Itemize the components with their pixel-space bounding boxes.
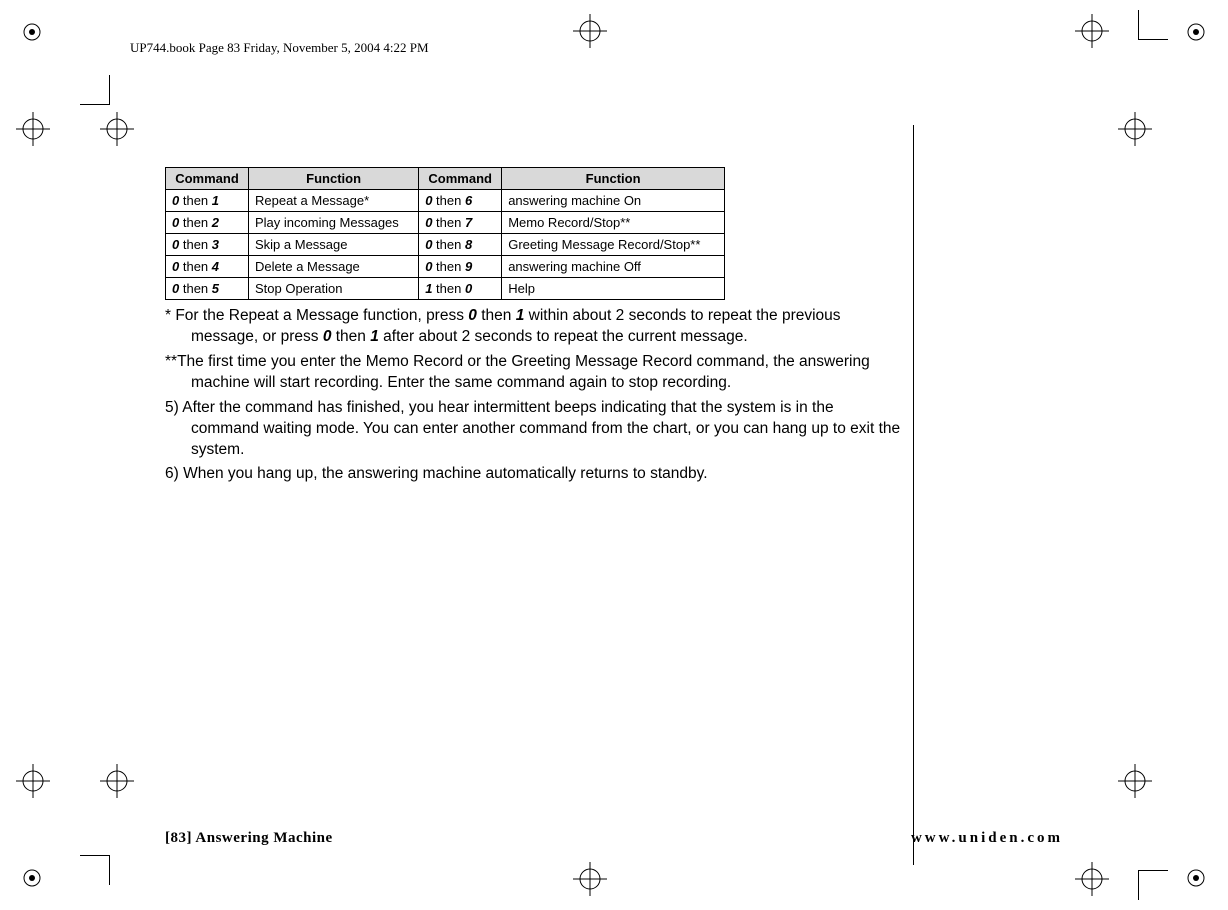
cell-command: 0 then 2 <box>166 212 249 234</box>
footnote-1: * For the Repeat a Message function, pre… <box>165 306 905 348</box>
crop-mark-icon <box>1138 10 1168 40</box>
cell-command: 0 then 8 <box>419 234 502 256</box>
cell-function: Stop Operation <box>249 278 419 300</box>
cell-command: 0 then 4 <box>166 256 249 278</box>
table-header-row: Command Function Command Function <box>166 168 725 190</box>
col-command: Command <box>166 168 249 190</box>
crosshair-icon <box>1118 764 1152 798</box>
cell-function: Greeting Message Record/Stop** <box>502 234 725 256</box>
cell-function: Skip a Message <box>249 234 419 256</box>
cell-function: answering machine Off <box>502 256 725 278</box>
crop-mark-icon <box>80 75 110 105</box>
col-command: Command <box>419 168 502 190</box>
registration-mark-icon <box>22 22 42 42</box>
page: UP744.book Page 83 Friday, November 5, 2… <box>0 0 1228 910</box>
crosshair-icon <box>1075 14 1109 48</box>
cell-command: 0 then 3 <box>166 234 249 256</box>
cell-command: 1 then 0 <box>419 278 502 300</box>
crop-mark-icon <box>80 855 110 885</box>
command-table: Command Function Command Function 0 then… <box>165 167 725 300</box>
cell-command: 0 then 6 <box>419 190 502 212</box>
crosshair-icon <box>16 112 50 146</box>
col-function: Function <box>249 168 419 190</box>
crosshair-icon <box>1075 862 1109 896</box>
cell-function: Play incoming Messages <box>249 212 419 234</box>
cell-command: 0 then 1 <box>166 190 249 212</box>
table-row: 0 then 2 Play incoming Messages 0 then 7… <box>166 212 725 234</box>
footnote-2: **The first time you enter the Memo Reco… <box>165 352 905 394</box>
cell-function: Repeat a Message* <box>249 190 419 212</box>
cell-command: 0 then 5 <box>166 278 249 300</box>
crosshair-icon <box>16 764 50 798</box>
col-function: Function <box>502 168 725 190</box>
table-row: 0 then 1 Repeat a Message* 0 then 6 answ… <box>166 190 725 212</box>
step-5: 5) After the command has finished, you h… <box>165 398 905 461</box>
cell-command: 0 then 7 <box>419 212 502 234</box>
table-row: 0 then 4 Delete a Message 0 then 9 answe… <box>166 256 725 278</box>
registration-mark-icon <box>22 868 42 888</box>
page-divider <box>913 125 914 865</box>
table-row: 0 then 3 Skip a Message 0 then 8 Greetin… <box>166 234 725 256</box>
crosshair-icon <box>573 862 607 896</box>
cell-function: Delete a Message <box>249 256 419 278</box>
table-row: 0 then 5 Stop Operation 1 then 0 Help <box>166 278 725 300</box>
registration-mark-icon <box>1186 868 1206 888</box>
cell-function: Memo Record/Stop** <box>502 212 725 234</box>
crosshair-icon <box>1118 112 1152 146</box>
crosshair-icon <box>100 764 134 798</box>
step-6: 6) When you hang up, the answering machi… <box>165 464 905 485</box>
registration-mark-icon <box>1186 22 1206 42</box>
crosshair-icon <box>100 112 134 146</box>
cell-function: answering machine On <box>502 190 725 212</box>
footer-page-section: [83] Answering Machine <box>165 830 333 847</box>
crosshair-icon <box>573 14 607 48</box>
content-area: Command Function Command Function 0 then… <box>165 167 905 489</box>
crop-mark-icon <box>1138 870 1168 900</box>
cell-function: Help <box>502 278 725 300</box>
cell-command: 0 then 9 <box>419 256 502 278</box>
footer-url: www.uniden.com <box>911 830 1063 847</box>
book-header: UP744.book Page 83 Friday, November 5, 2… <box>130 40 429 56</box>
notes: * For the Repeat a Message function, pre… <box>165 306 905 485</box>
